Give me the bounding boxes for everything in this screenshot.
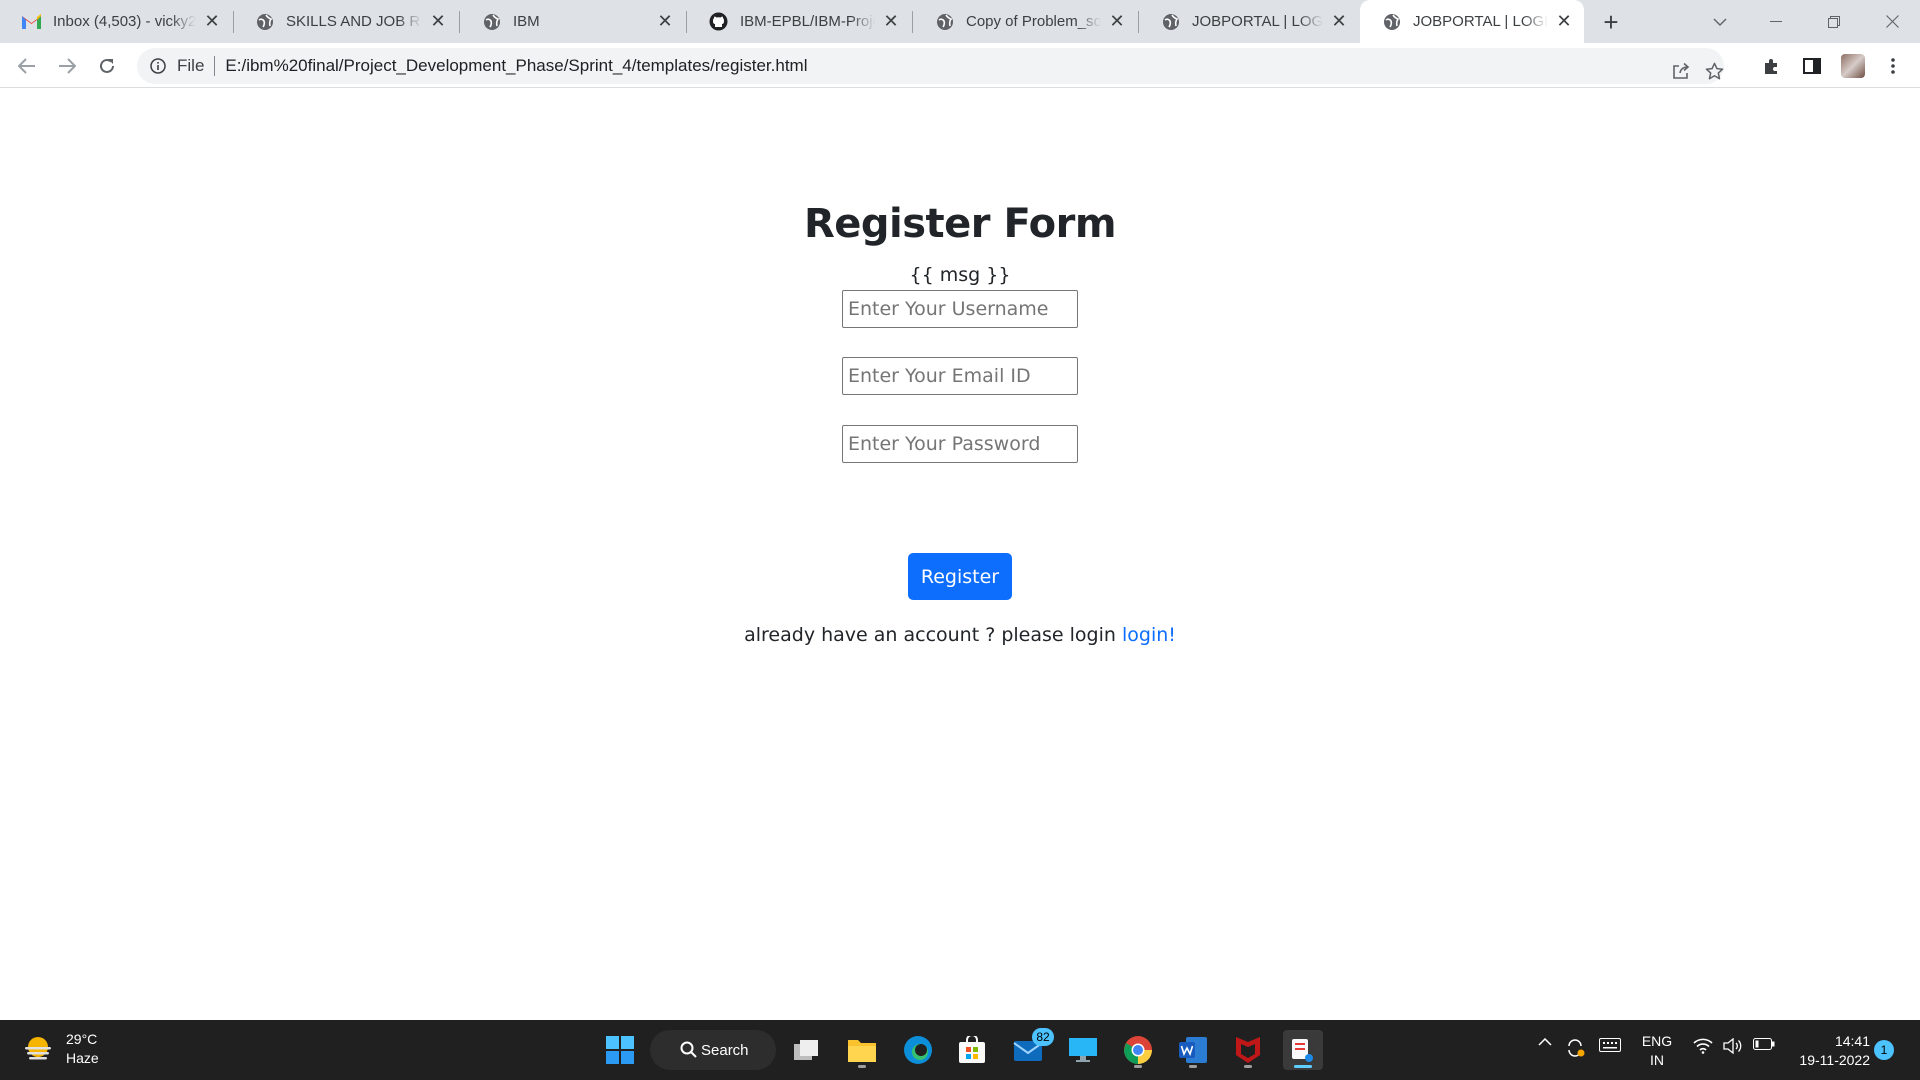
menu-kebab-icon[interactable] bbox=[1876, 49, 1910, 83]
running-indicator bbox=[1244, 1065, 1252, 1068]
close-tab-icon[interactable]: ✕ bbox=[1554, 11, 1574, 32]
tab-title: SKILLS AND JOB RECOMMENDER bbox=[286, 13, 422, 30]
share-icon[interactable] bbox=[1665, 55, 1697, 87]
notification-badge[interactable]: 1 bbox=[1874, 1040, 1894, 1060]
url-text[interactable]: E:/ibm%20final/Project_Development_Phase… bbox=[225, 56, 807, 76]
weather-temperature: 29°C bbox=[66, 1031, 98, 1047]
battery-icon[interactable] bbox=[1752, 1038, 1776, 1050]
login-link[interactable]: login! bbox=[1122, 624, 1176, 646]
weather-description: Haze bbox=[66, 1050, 99, 1066]
address-divider bbox=[214, 56, 216, 76]
close-window-icon[interactable] bbox=[1864, 0, 1920, 43]
system-clock[interactable]: 14:41 19-11-2022 bbox=[1790, 1032, 1870, 1070]
close-tab-icon[interactable]: ✕ bbox=[428, 11, 448, 32]
new-tab-button[interactable]: + bbox=[1596, 7, 1626, 37]
browser-toolbar: File E:/ibm%20final/Project_Development_… bbox=[0, 43, 1920, 88]
message-text: {{ msg }} bbox=[909, 264, 1011, 286]
username-input[interactable] bbox=[842, 290, 1078, 328]
page-title: Register Form bbox=[803, 201, 1117, 247]
scheme-label: File bbox=[177, 56, 205, 75]
sync-icon[interactable] bbox=[1564, 1038, 1586, 1058]
close-tab-icon[interactable]: ✕ bbox=[655, 11, 675, 32]
taskbar-search-button[interactable]: Search bbox=[650, 1030, 776, 1070]
haze-weather-icon bbox=[22, 1033, 54, 1065]
file-explorer-icon[interactable] bbox=[842, 1030, 882, 1070]
language-indicator[interactable]: ENG IN bbox=[1640, 1032, 1674, 1070]
tab-title: JOBPORTAL | LOGIN bbox=[1413, 13, 1548, 30]
password-input[interactable] bbox=[842, 425, 1078, 463]
register-button[interactable]: Register bbox=[908, 553, 1012, 600]
tab-search-chevron-icon[interactable] bbox=[1692, 0, 1748, 43]
weather-widget[interactable]: 29°C Haze bbox=[22, 1030, 99, 1068]
snipping-tool-icon[interactable] bbox=[1283, 1030, 1323, 1070]
microsoft-store-icon[interactable] bbox=[952, 1030, 992, 1070]
github-icon bbox=[709, 12, 728, 31]
running-indicator bbox=[858, 1065, 866, 1068]
forward-arrow-icon[interactable] bbox=[50, 49, 84, 83]
globe-icon bbox=[1161, 12, 1180, 31]
tab-jobportal-login[interactable]: JOBPORTAL | LOGIN ✕ bbox=[1139, 0, 1359, 43]
volume-icon[interactable] bbox=[1722, 1038, 1744, 1054]
tab-jobportal-login-active[interactable]: JOBPORTAL | LOGIN ✕ bbox=[1360, 0, 1584, 43]
word-icon[interactable] bbox=[1173, 1030, 1213, 1070]
tab-title: Copy of Problem_solution bbox=[966, 13, 1101, 30]
mcafee-icon[interactable] bbox=[1228, 1030, 1268, 1070]
profile-avatar[interactable] bbox=[1836, 49, 1870, 83]
mail-app-icon[interactable]: 82 bbox=[1008, 1028, 1054, 1070]
chrome-icon[interactable] bbox=[1118, 1030, 1158, 1070]
search-icon bbox=[680, 1041, 697, 1062]
keyboard-icon[interactable] bbox=[1598, 1038, 1622, 1052]
restore-icon[interactable] bbox=[1806, 0, 1862, 43]
tab-title: JOBPORTAL | LOGIN bbox=[1192, 13, 1323, 30]
mail-badge: 82 bbox=[1032, 1028, 1054, 1046]
running-indicator bbox=[1189, 1065, 1197, 1068]
info-icon[interactable] bbox=[149, 57, 167, 75]
tab-title: IBM bbox=[513, 13, 540, 30]
address-bar[interactable]: File E:/ibm%20final/Project_Development_… bbox=[137, 48, 1724, 84]
tab-github-project[interactable]: IBM-EPBL/IBM-Project ✕ bbox=[687, 0, 911, 43]
tab-title: IBM-EPBL/IBM-Project bbox=[740, 13, 875, 30]
language-code: ENG bbox=[1641, 1033, 1673, 1049]
globe-icon bbox=[482, 12, 501, 31]
show-hidden-icons-chevron-icon[interactable] bbox=[1536, 1038, 1554, 1046]
globe-icon bbox=[1382, 12, 1401, 31]
minimize-icon[interactable] bbox=[1748, 0, 1804, 43]
reload-icon[interactable] bbox=[90, 49, 124, 83]
active-indicator bbox=[1294, 1065, 1312, 1068]
browser-tabstrip: Inbox (4,503) - vicky2002 ✕ SKILLS AND J… bbox=[0, 0, 1920, 43]
region-code: IN bbox=[1650, 1052, 1664, 1068]
page-content: Register Form {{ msg }} Register already… bbox=[0, 89, 1920, 1020]
avatar bbox=[1841, 54, 1865, 78]
wifi-icon[interactable] bbox=[1692, 1038, 1714, 1054]
windows-taskbar: 29°C Haze Search 82 ENG IN 14:41 19-11-2… bbox=[0, 1020, 1920, 1080]
clock-date: 19-11-2022 bbox=[1799, 1052, 1870, 1068]
globe-icon bbox=[255, 12, 274, 31]
tab-skills-job-recommender[interactable]: SKILLS AND JOB RECOMMENDER ✕ bbox=[233, 0, 458, 43]
close-tab-icon[interactable]: ✕ bbox=[1329, 11, 1349, 32]
bookmark-star-icon[interactable] bbox=[1698, 55, 1730, 87]
windows-start-icon[interactable] bbox=[600, 1030, 640, 1070]
close-tab-icon[interactable]: ✕ bbox=[881, 11, 901, 32]
task-view-icon[interactable] bbox=[786, 1030, 826, 1070]
edge-browser-icon[interactable] bbox=[898, 1030, 938, 1070]
close-tab-icon[interactable]: ✕ bbox=[202, 11, 222, 32]
tab-ibm[interactable]: IBM ✕ bbox=[460, 0, 685, 43]
remote-desktop-icon[interactable] bbox=[1063, 1030, 1103, 1070]
back-arrow-icon[interactable] bbox=[10, 49, 44, 83]
running-indicator bbox=[1134, 1065, 1142, 1068]
login-prompt-line: already have an account ? please login l… bbox=[0, 624, 1920, 646]
gmail-icon bbox=[22, 12, 41, 31]
side-panel-icon[interactable] bbox=[1795, 49, 1829, 83]
tab-gmail-inbox[interactable]: Inbox (4,503) - vicky2002 ✕ bbox=[0, 0, 232, 43]
tab-title: Inbox (4,503) - vicky2002 bbox=[53, 13, 196, 30]
extensions-puzzle-icon[interactable] bbox=[1755, 49, 1789, 83]
tab-problem-solution[interactable]: Copy of Problem_solution ✕ bbox=[913, 0, 1137, 43]
login-prompt-text: already have an account ? please login bbox=[744, 624, 1116, 646]
email-input[interactable] bbox=[842, 357, 1078, 395]
globe-icon bbox=[935, 12, 954, 31]
search-label: Search bbox=[701, 1041, 749, 1059]
clock-time: 14:41 bbox=[1834, 1033, 1870, 1049]
close-tab-icon[interactable]: ✕ bbox=[1107, 11, 1127, 32]
